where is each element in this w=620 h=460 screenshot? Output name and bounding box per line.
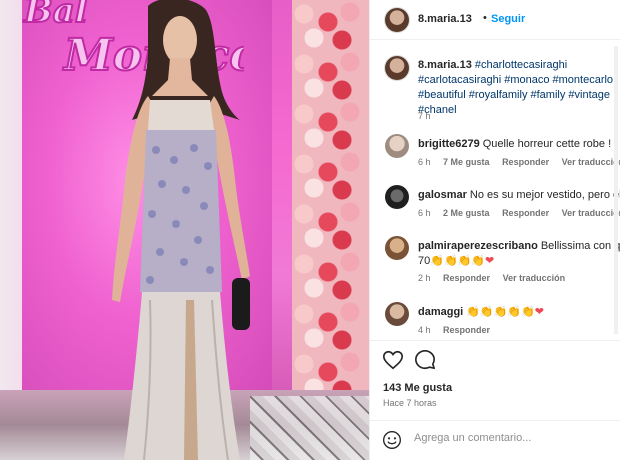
comment-time: 4 h — [418, 325, 431, 335]
woman-figure — [112, 0, 250, 460]
author-avatar[interactable] — [385, 8, 409, 32]
heart-emoji: ❤ — [485, 255, 495, 267]
comment-icon[interactable] — [414, 349, 436, 371]
comment-time: 6 h — [418, 208, 431, 218]
comment-body: Bellissima con que — [540, 240, 620, 252]
commenter-avatar[interactable] — [385, 185, 409, 209]
comment-input[interactable]: Agrega un comentario... — [414, 432, 531, 444]
comment-text: galosmar No es su mejor vestido, pero el — [418, 188, 620, 203]
separator-dot: • — [483, 12, 487, 24]
follow-button[interactable]: Seguir — [491, 13, 525, 25]
translate-button[interactable]: Ver traducción — [562, 157, 620, 167]
heart-icon[interactable] — [382, 349, 404, 371]
reply-button[interactable]: Responder — [502, 208, 549, 218]
comment-text-line2: 70👏👏👏👏❤ — [418, 254, 494, 269]
comment-text: damaggi 👏👏👏👏👏❤ — [418, 305, 620, 320]
comment-text: palmiraperezescribanoBellissima con que — [418, 239, 620, 254]
comment-body-cont: 70 — [418, 255, 431, 267]
commenter-username[interactable]: brigitte6279 — [418, 138, 480, 150]
author-username[interactable]: 8.maria.13 — [418, 13, 472, 25]
reply-button[interactable]: Responder — [443, 325, 490, 335]
comment-body: No es su mejor vestido, pero el — [469, 189, 620, 201]
clap-emoji: 👏👏👏👏 — [430, 255, 486, 267]
commenter-avatar[interactable] — [385, 302, 409, 326]
clap-emoji: 👏👏👏👏👏 — [466, 306, 535, 318]
comment-likes[interactable]: 7 Me gusta — [443, 157, 490, 167]
translate-button[interactable]: Ver traducción — [503, 273, 566, 283]
instagram-post-view: Bal Monaco — [0, 0, 620, 460]
comment-meta: 2 h Responder Ver traducción — [418, 273, 575, 283]
svg-text:Bal: Bal — [23, 0, 88, 31]
caption-text: 8.maria.13 #charlottecasiraghi #carlotaca… — [418, 58, 620, 118]
caption-time: 7 h — [418, 111, 431, 121]
emoji-icon[interactable] — [382, 430, 402, 450]
post-header: 8.maria.13 • Seguir — [370, 0, 620, 40]
commenter-avatar[interactable] — [385, 236, 409, 260]
comments-scrollbar[interactable] — [614, 46, 618, 334]
post-photo[interactable]: Bal Monaco — [0, 0, 369, 460]
commenter-avatar[interactable] — [385, 134, 409, 158]
post-side-panel: 8.maria.13 • Seguir 8.maria.13 #charlotte… — [369, 0, 620, 460]
flower-column — [292, 0, 369, 400]
comment-text: brigitte6279 Quelle horreur cette robe ! — [418, 137, 620, 152]
comment-meta: 4 h Responder — [418, 325, 500, 335]
caption-username[interactable]: 8.maria.13 — [418, 59, 472, 71]
comment-body: Quelle horreur cette robe ! — [482, 138, 612, 150]
comments-list: 8.maria.13 #charlottecasiraghi #carlotaca… — [370, 44, 620, 340]
likes-count[interactable]: 143 Me gusta — [383, 382, 452, 394]
comment-meta: 6 h 7 Me gusta Responder Ver traducción — [418, 157, 620, 167]
comment-likes[interactable]: 2 Me gusta — [443, 208, 490, 218]
caption-avatar[interactable] — [385, 56, 409, 80]
comment-time: 2 h — [418, 273, 431, 283]
comment-time: 6 h — [418, 157, 431, 167]
commenter-username[interactable]: palmiraperezescribano — [418, 240, 538, 252]
heart-emoji: ❤ — [534, 306, 544, 318]
comment-composer: Agrega un comentario... — [370, 420, 620, 460]
commenter-username[interactable]: damaggi — [418, 306, 463, 318]
translate-button[interactable]: Ver traducción — [562, 208, 620, 218]
comment-meta: 6 h 2 Me gusta Responder Ver traducción — [418, 208, 620, 218]
reply-button[interactable]: Responder — [502, 157, 549, 167]
commenter-username[interactable]: galosmar — [418, 189, 467, 201]
posted-ago: Hace 7 horas — [383, 398, 437, 408]
reply-button[interactable]: Responder — [443, 273, 490, 283]
